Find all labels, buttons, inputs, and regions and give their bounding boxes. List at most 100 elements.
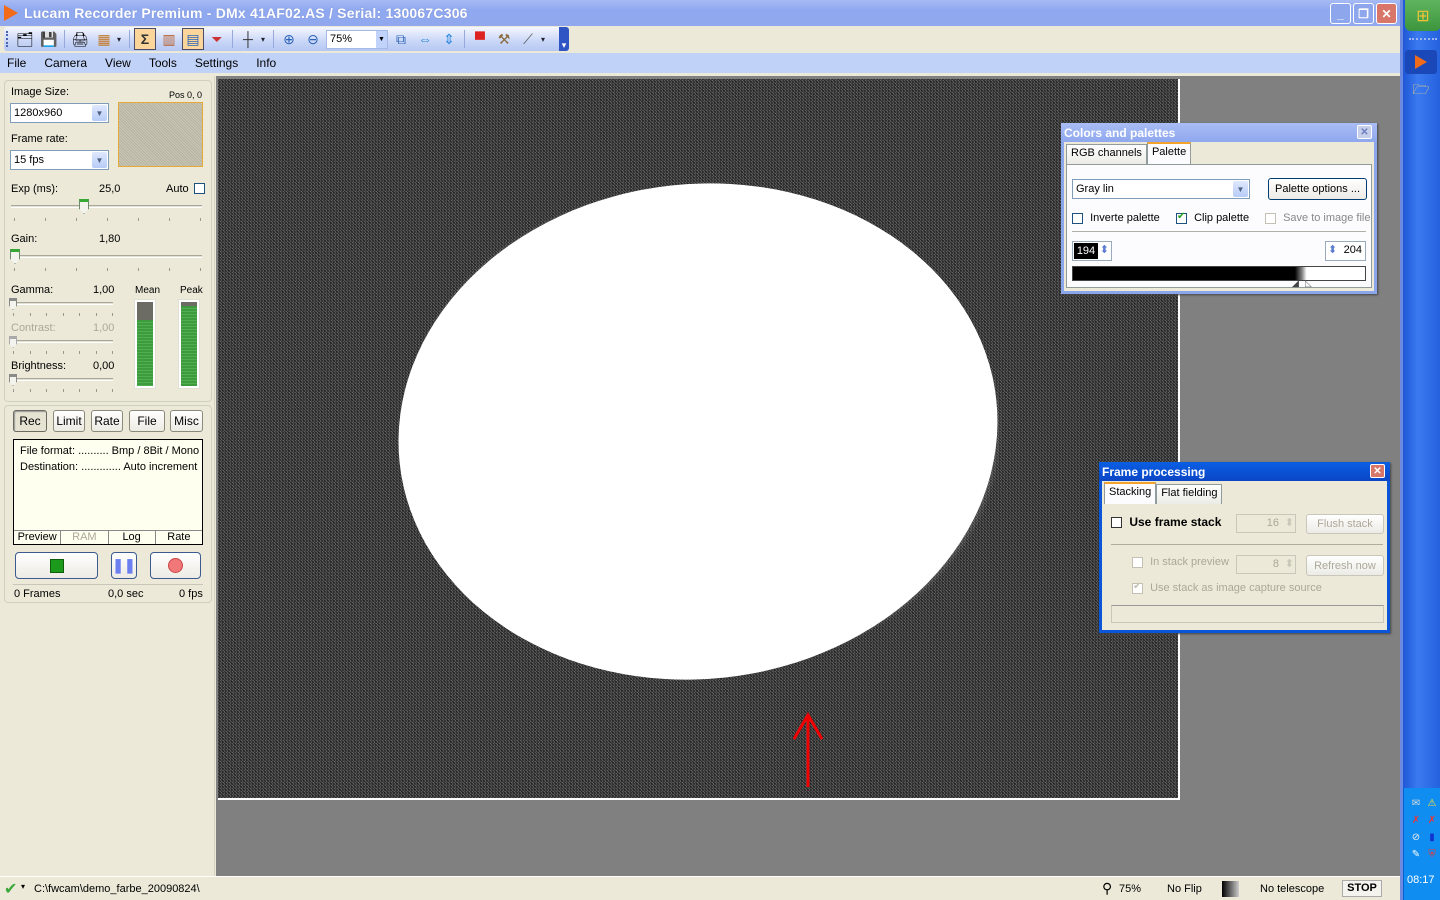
blocked-icon[interactable]: ⊘ bbox=[1410, 831, 1422, 843]
colors-palettes-titlebar[interactable]: Colors and palettes bbox=[1061, 123, 1377, 142]
network-disconnected-icon[interactable]: ✗ bbox=[1426, 814, 1438, 826]
auto-exposure-checkbox[interactable] bbox=[194, 183, 205, 194]
tab-rec[interactable]: Rec bbox=[13, 410, 47, 432]
wireless-disconnected-icon[interactable]: ✗ bbox=[1410, 814, 1422, 826]
close-icon[interactable]: ✕ bbox=[1370, 464, 1385, 478]
brightness-slider-track[interactable] bbox=[11, 378, 113, 381]
fit-window-icon[interactable]: ⧉ bbox=[390, 28, 412, 50]
use-frame-stack-option[interactable]: Use frame stack bbox=[1111, 515, 1221, 529]
utility-icon[interactable]: ✎ bbox=[1410, 848, 1422, 860]
restore-button[interactable]: ❐ bbox=[1353, 3, 1374, 24]
low-marker-icon[interactable]: ◢ bbox=[1292, 278, 1299, 289]
high-level-value[interactable]: 204 bbox=[1344, 244, 1362, 256]
flush-stack-button[interactable]: Flush stack bbox=[1306, 514, 1384, 534]
toolbar-overflow-icon[interactable]: ▾ bbox=[559, 27, 569, 51]
crosshair-dropdown[interactable]: ▾ bbox=[261, 35, 269, 44]
tab-palette[interactable]: Palette bbox=[1146, 142, 1192, 164]
security-warning-icon[interactable]: ⚠ bbox=[1426, 797, 1438, 809]
pause-button[interactable]: ❚❚ bbox=[111, 552, 137, 579]
low-level-spinner[interactable]: 194 ⬍ bbox=[1072, 241, 1112, 261]
info-tab-ram[interactable]: RAM bbox=[61, 531, 109, 544]
high-spin-arrows-icon[interactable]: ⬍ bbox=[1328, 243, 1337, 256]
image-size-select[interactable]: 1280x960 ▼ bbox=[10, 103, 109, 123]
roi-preview[interactable] bbox=[118, 102, 203, 167]
filter-icon[interactable]: ⏷ bbox=[206, 28, 228, 50]
save-to-image-option[interactable]: Save to image file bbox=[1265, 212, 1371, 224]
refresh-now-button[interactable]: Refresh now bbox=[1306, 555, 1384, 576]
tab-flat-fielding[interactable]: Flat fielding bbox=[1156, 484, 1223, 504]
capture-source-checkbox[interactable] bbox=[1132, 581, 1143, 594]
fit-width-icon[interactable]: ⇔ bbox=[414, 28, 436, 50]
fit-height-icon[interactable]: ⇕ bbox=[438, 28, 460, 50]
tab-misc[interactable]: Misc bbox=[170, 410, 203, 432]
close-button[interactable]: ✕ bbox=[1376, 3, 1397, 24]
camera-image[interactable] bbox=[218, 79, 1180, 800]
battery-icon[interactable]: ▮ bbox=[1426, 831, 1438, 843]
chevron-down-icon[interactable]: ▼ bbox=[92, 105, 107, 121]
minimize-button[interactable]: _ bbox=[1330, 3, 1351, 24]
palette-select[interactable]: Gray lin ▼ bbox=[1072, 179, 1250, 199]
low-level-value[interactable]: 194 bbox=[1074, 243, 1098, 259]
open-icon[interactable]: 🗂 bbox=[14, 28, 36, 50]
stop-telescope-button[interactable]: STOP bbox=[1342, 880, 1382, 897]
monitor-icon[interactable]: ▀ bbox=[469, 28, 491, 50]
crosshair-icon[interactable]: ┼ bbox=[237, 28, 259, 50]
toolbar-grip[interactable] bbox=[6, 31, 9, 47]
telescope-icon[interactable]: ⟋ bbox=[517, 28, 539, 50]
stack-count-spinner[interactable]: 16 bbox=[1236, 514, 1296, 533]
path-dropdown-icon[interactable]: ▾ bbox=[21, 882, 25, 891]
zoom-dropdown-icon[interactable]: ▼ bbox=[376, 30, 387, 48]
palette-gradient-bar[interactable] bbox=[1072, 266, 1366, 281]
tab-rgb-channels[interactable]: RGB channels bbox=[1066, 144, 1147, 164]
exposure-slider-track[interactable] bbox=[11, 205, 202, 208]
clip-palette-option[interactable]: Clip palette bbox=[1176, 211, 1249, 224]
menu-camera[interactable]: Camera bbox=[44, 56, 87, 70]
frame-rate-select[interactable]: 15 fps ▼ bbox=[10, 150, 109, 170]
chevron-down-icon[interactable]: ▼ bbox=[92, 152, 107, 168]
menu-info[interactable]: Info bbox=[256, 56, 276, 70]
start-button[interactable]: ⊞ bbox=[1405, 0, 1440, 31]
telescope-status[interactable]: No telescope bbox=[1260, 883, 1324, 895]
taskbar-lucam-recorder[interactable] bbox=[1405, 50, 1437, 74]
menu-settings[interactable]: Settings bbox=[195, 56, 238, 70]
gain-slider-track[interactable] bbox=[11, 255, 202, 258]
low-spin-arrows-icon[interactable]: ⬍ bbox=[1100, 243, 1109, 256]
in-stack-preview-checkbox[interactable] bbox=[1132, 556, 1143, 568]
invert-palette-checkbox[interactable] bbox=[1072, 212, 1083, 224]
high-level-spinner[interactable]: ⬍ 204 bbox=[1325, 241, 1366, 261]
color-grid-dropdown[interactable]: ▾ bbox=[117, 35, 125, 44]
telescope-dropdown[interactable]: ▾ bbox=[541, 35, 549, 44]
in-stack-preview-option[interactable]: In stack preview bbox=[1132, 556, 1229, 568]
chevron-down-icon[interactable]: ▼ bbox=[1233, 181, 1248, 197]
tab-limit[interactable]: Limit bbox=[53, 410, 85, 432]
shield-icon[interactable]: ⛨ bbox=[1426, 848, 1438, 860]
preview-count-spinner[interactable]: 8 bbox=[1236, 555, 1296, 574]
zoom-in-icon[interactable]: ⊕ bbox=[278, 28, 300, 50]
menu-file[interactable]: File bbox=[7, 56, 26, 70]
info-tab-log[interactable]: Log bbox=[109, 531, 156, 544]
save-path[interactable]: C:\fwcam\demo_farbe_20090824\ bbox=[34, 883, 200, 895]
tab-stacking[interactable]: Stacking bbox=[1104, 482, 1157, 504]
checkmark-icon[interactable]: ✔ bbox=[4, 879, 17, 899]
sum-icon[interactable]: Σ bbox=[134, 28, 156, 50]
palette-options-button[interactable]: Palette options ... bbox=[1268, 178, 1367, 200]
save-icon[interactable]: 💾 bbox=[38, 28, 60, 50]
clip-palette-checkbox[interactable] bbox=[1176, 211, 1187, 224]
save-to-image-checkbox[interactable] bbox=[1265, 212, 1276, 224]
tab-file[interactable]: File bbox=[129, 410, 165, 432]
histogram-icon[interactable]: ▥ bbox=[158, 28, 180, 50]
invert-palette-option[interactable]: Inverte palette bbox=[1072, 212, 1160, 224]
flip-status[interactable]: No Flip bbox=[1167, 883, 1202, 895]
print-icon[interactable]: 🖨 bbox=[69, 28, 91, 50]
frame-processing-titlebar[interactable]: Frame processing bbox=[1099, 462, 1390, 481]
contrast-slider-track[interactable] bbox=[11, 340, 113, 343]
tools-icon[interactable]: ⚒ bbox=[493, 28, 515, 50]
network-disabled-icon[interactable]: ✉ bbox=[1410, 797, 1422, 809]
stop-button[interactable] bbox=[15, 552, 98, 579]
high-marker-icon[interactable]: ◺ bbox=[1305, 278, 1312, 289]
info-tab-preview[interactable]: Preview bbox=[14, 531, 62, 544]
record-button[interactable] bbox=[150, 552, 201, 579]
taskbar-explorer[interactable]: 🗁 bbox=[1405, 79, 1437, 103]
use-frame-stack-checkbox[interactable] bbox=[1111, 517, 1122, 529]
capture-source-option[interactable]: Use stack as image capture source bbox=[1132, 581, 1322, 594]
